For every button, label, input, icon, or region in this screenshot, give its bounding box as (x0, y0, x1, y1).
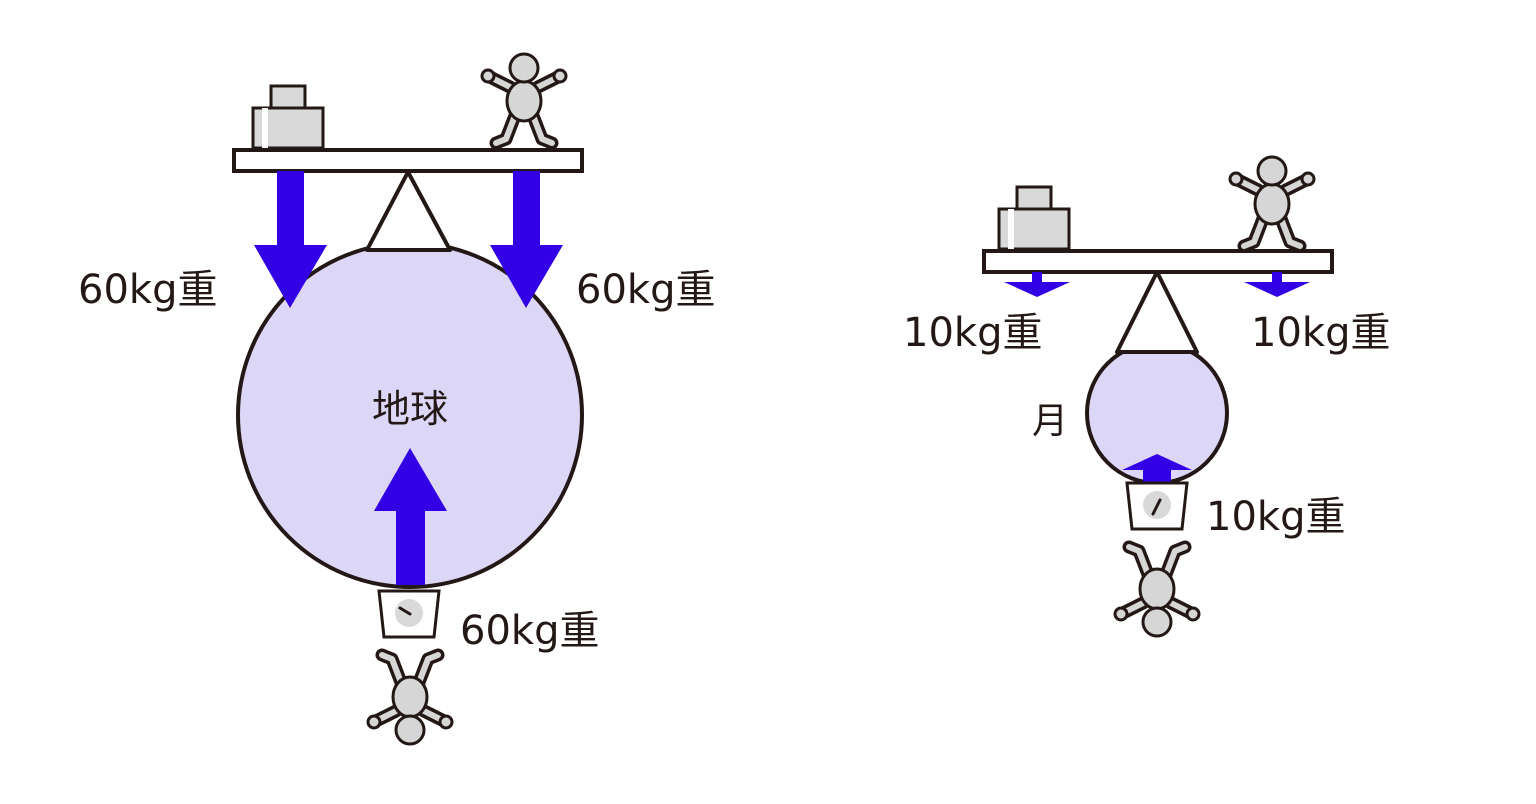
moon-left-force-arrow (1004, 272, 1070, 297)
moon-right-force-arrow (1244, 272, 1310, 297)
earth-scale-reading-label: 60kg重 (460, 608, 599, 654)
earth-right-force-label: 60kg重 (576, 267, 715, 313)
moon-left-force-label: 10kg重 (903, 310, 1042, 356)
moon-scale-reading-label: 10kg重 (1206, 494, 1345, 540)
earth-system: 地球 60kg重 60kg重 60kg重 (78, 54, 715, 744)
earth-left-force-label: 60kg重 (78, 267, 217, 313)
earth-person-on-lever (482, 54, 566, 143)
moon-person-on-lever (1230, 157, 1314, 246)
moon-label: 月 (1032, 401, 1068, 442)
moon-right-force-label: 10kg重 (1251, 310, 1390, 356)
moon-lever-bar (982, 249, 1334, 274)
earth-weight-block (251, 84, 325, 150)
moon-weight-block (997, 185, 1071, 251)
earth-lever-bar (232, 148, 584, 173)
moon-system: 月 10kg重 10kg重 10kg重 (903, 157, 1390, 636)
earth-fulcrum (365, 170, 452, 252)
earth-label: 地球 (372, 387, 448, 431)
moon-hanging-person (1115, 547, 1199, 636)
moon-fulcrum (1115, 270, 1199, 354)
balance-diagram: 地球 60kg重 60kg重 60kg重 月 10kg重 10kg重 10kg重 (78, 0, 1390, 804)
earth-hanging-person (368, 655, 452, 744)
